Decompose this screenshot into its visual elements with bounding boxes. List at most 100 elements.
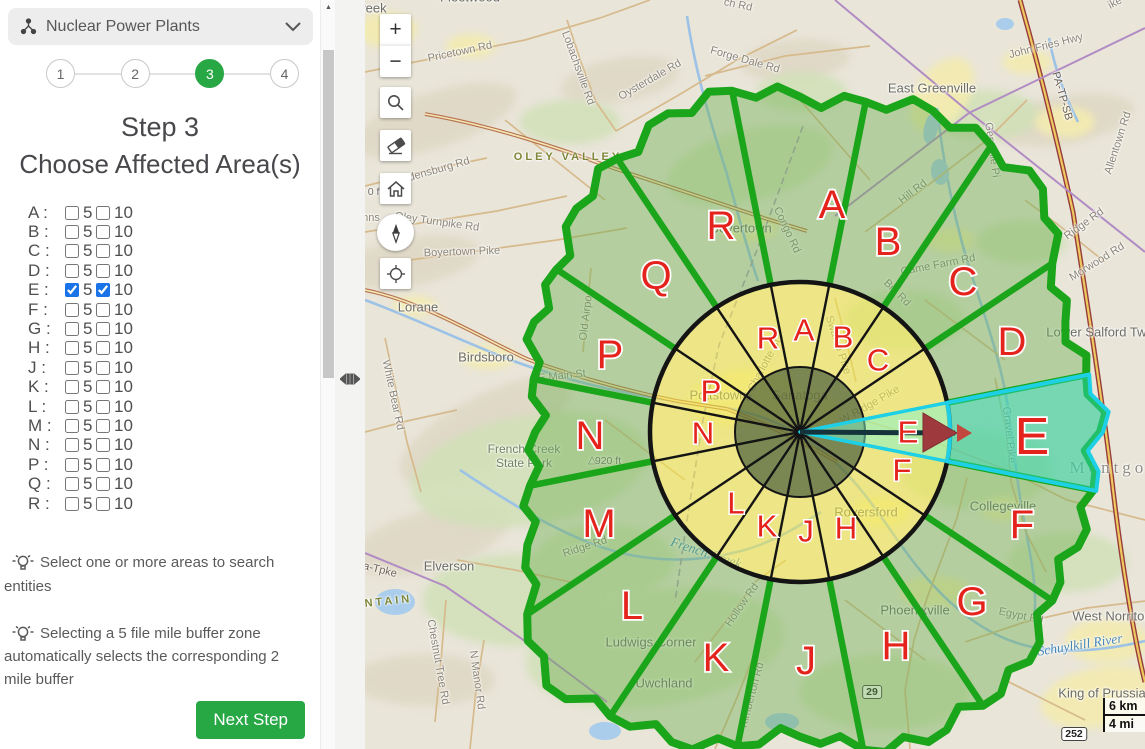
checkbox-A-5[interactable]	[65, 206, 79, 220]
checkbox-P-10[interactable]	[96, 458, 110, 472]
checkbox-L-5[interactable]	[65, 400, 79, 414]
area-letter-label: G :	[28, 319, 65, 339]
area-checkbox-list: A :510B :510C :510D :510E :510F :510G :5…	[28, 203, 320, 513]
buffer-5-label: 5	[83, 241, 96, 261]
checkbox-E-10[interactable]	[96, 283, 110, 297]
step-1[interactable]: 1	[46, 59, 75, 88]
checkbox-H-10[interactable]	[96, 341, 110, 355]
scale-mi: 4 mi	[1105, 716, 1145, 732]
checkbox-R-10[interactable]	[96, 497, 110, 511]
checkbox-D-10[interactable]	[96, 264, 110, 278]
step-connector	[150, 73, 196, 75]
buffer-10-label: 10	[114, 300, 133, 320]
checkbox-L-10[interactable]	[96, 400, 110, 414]
map-base-layer	[365, 0, 1145, 749]
checkbox-P-5[interactable]	[65, 458, 79, 472]
area-letter-label: E :	[28, 280, 65, 300]
area-row-C: C :510	[28, 242, 320, 261]
checkbox-N-10[interactable]	[96, 438, 110, 452]
checkbox-Q-10[interactable]	[96, 477, 110, 491]
area-row-R: R :510	[28, 494, 320, 513]
crosshair-icon	[386, 264, 406, 284]
buffer-5-label: 5	[83, 358, 96, 378]
area-row-F: F :510	[28, 300, 320, 319]
compass-button[interactable]	[377, 214, 414, 251]
search-icon	[386, 93, 405, 112]
area-row-B: B :510	[28, 222, 320, 241]
buffer-10-label: 10	[114, 494, 133, 514]
buffer-10-label: 10	[114, 397, 133, 417]
checkbox-Q-5[interactable]	[65, 477, 79, 491]
panel-divider	[335, 0, 365, 749]
checkbox-G-5[interactable]	[65, 322, 79, 336]
home-button[interactable]	[380, 173, 411, 204]
app: Nuclear Power Plants 1234 Step 3 Choose …	[0, 0, 1145, 749]
eraser-button[interactable]	[380, 130, 411, 161]
sidebar: Nuclear Power Plants 1234 Step 3 Choose …	[0, 0, 320, 749]
checkbox-N-5[interactable]	[65, 438, 79, 452]
checkbox-K-10[interactable]	[96, 380, 110, 394]
checkbox-R-5[interactable]	[65, 497, 79, 511]
search-button[interactable]	[380, 87, 411, 118]
buffer-10-label: 10	[114, 455, 133, 475]
checkbox-E-5[interactable]	[65, 283, 79, 297]
tip-select-areas: Select one or more areas to search entit…	[4, 551, 304, 598]
checkbox-K-5[interactable]	[65, 380, 79, 394]
panel-resize-handle[interactable]	[340, 371, 360, 392]
area-row-D: D :510	[28, 261, 320, 280]
checkbox-A-10[interactable]	[96, 206, 110, 220]
buffer-5-label: 5	[83, 203, 96, 223]
zoom-in-button[interactable]: +	[380, 14, 411, 45]
step-connector	[75, 73, 121, 75]
checkbox-M-10[interactable]	[96, 419, 110, 433]
next-step-button[interactable]: Next Step	[196, 701, 305, 739]
buffer-10-label: 10	[114, 474, 133, 494]
checkbox-B-5[interactable]	[65, 225, 79, 239]
molecule-icon	[20, 18, 37, 35]
map-canvas[interactable]: FleetwoodEast GreenvilleLoraneBirdsboroB…	[365, 0, 1145, 749]
checkbox-J-5[interactable]	[65, 361, 79, 375]
buffer-10-label: 10	[114, 261, 133, 281]
tip-text: Select one or more areas to search entit…	[4, 554, 274, 594]
area-letter-label: P :	[28, 455, 65, 475]
sidebar-scrollbar[interactable]: ▲	[320, 0, 336, 749]
checkbox-J-10[interactable]	[96, 361, 110, 375]
checkbox-B-10[interactable]	[96, 225, 110, 239]
checkbox-G-10[interactable]	[96, 322, 110, 336]
scrollbar-thumb[interactable]	[323, 50, 334, 378]
zoom-out-button[interactable]: −	[380, 45, 411, 77]
area-letter-label: M :	[28, 416, 65, 436]
buffer-5-label: 5	[83, 474, 96, 494]
checkbox-F-5[interactable]	[65, 303, 79, 317]
checkbox-C-5[interactable]	[65, 244, 79, 258]
buffer-10-label: 10	[114, 358, 133, 378]
buffer-10-label: 10	[114, 280, 133, 300]
checkbox-D-5[interactable]	[65, 264, 79, 278]
checkbox-F-10[interactable]	[96, 303, 110, 317]
buffer-5-label: 5	[83, 280, 96, 300]
layer-selector-dropdown[interactable]: Nuclear Power Plants	[8, 8, 313, 45]
page-title: Choose Affected Area(s)	[0, 149, 320, 180]
eraser-icon	[386, 136, 406, 156]
buffer-10-label: 10	[114, 435, 133, 455]
checkbox-H-5[interactable]	[65, 341, 79, 355]
scrollbar-up-arrow[interactable]: ▲	[321, 4, 336, 11]
checkbox-C-10[interactable]	[96, 244, 110, 258]
area-row-K: K :510	[28, 378, 320, 397]
area-row-P: P :510	[28, 455, 320, 474]
step-2[interactable]: 2	[121, 59, 150, 88]
compass-needle-icon	[385, 222, 407, 244]
area-row-L: L :510	[28, 397, 320, 416]
step-connector	[224, 73, 270, 75]
step-4[interactable]: 4	[270, 59, 299, 88]
step-3[interactable]: 3	[195, 59, 224, 88]
tip-text: Selecting a 5 file mile buffer zone auto…	[4, 625, 279, 689]
area-row-M: M :510	[28, 416, 320, 435]
area-row-J: J :510	[28, 358, 320, 377]
area-row-A: A :510	[28, 203, 320, 222]
area-letter-label: H :	[28, 338, 65, 358]
area-letter-label: L :	[28, 397, 65, 417]
area-letter-label: F :	[28, 300, 65, 320]
locate-button[interactable]	[380, 258, 411, 289]
checkbox-M-5[interactable]	[65, 419, 79, 433]
